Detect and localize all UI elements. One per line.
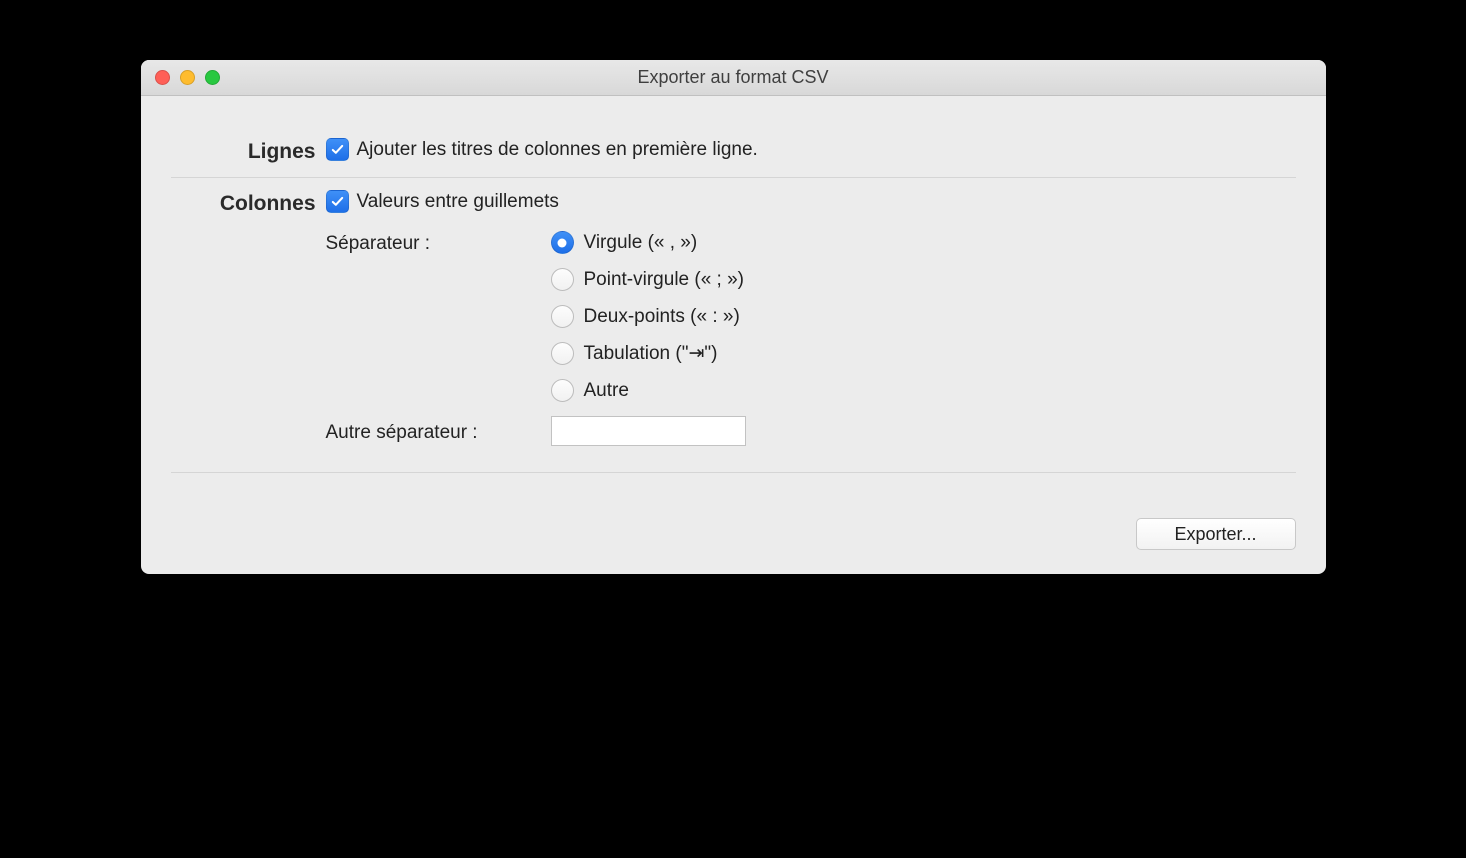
zoom-icon[interactable]: [205, 70, 220, 85]
add-column-titles-label: Ajouter les titres de colonnes en premiè…: [357, 139, 758, 161]
separator-option-colon: Deux-points (« : »): [584, 306, 740, 328]
separator-option-comma: Virgule (« , »): [584, 232, 698, 254]
export-csv-dialog: Exporter au format CSV Lignes Ajouter le…: [141, 60, 1326, 574]
separator-radio-comma[interactable]: [551, 231, 574, 254]
lines-section-label: Lignes: [171, 138, 326, 164]
quote-values-label: Valeurs entre guillemets: [357, 191, 559, 213]
window-title: Exporter au format CSV: [141, 67, 1326, 88]
quote-values-checkbox[interactable]: [326, 190, 349, 213]
separator-radio-semicolon[interactable]: [551, 268, 574, 291]
check-icon: [330, 194, 345, 209]
separator-option-semicolon: Point-virgule (« ; »): [584, 269, 745, 291]
other-separator-input[interactable]: [551, 416, 746, 446]
separator-radio-other[interactable]: [551, 379, 574, 402]
export-button[interactable]: Exporter...: [1136, 518, 1296, 550]
separator-option-other: Autre: [584, 380, 629, 402]
separator-label: Séparateur :: [326, 231, 551, 416]
minimize-icon[interactable]: [180, 70, 195, 85]
separator-radio-colon[interactable]: [551, 305, 574, 328]
columns-section: Colonnes Valeurs entre guillemets Sépara…: [171, 177, 1296, 473]
add-column-titles-checkbox[interactable]: [326, 138, 349, 161]
other-separator-label: Autre séparateur :: [326, 416, 551, 446]
titlebar: Exporter au format CSV: [141, 60, 1326, 96]
columns-section-label: Colonnes: [171, 190, 326, 216]
separator-radio-tab[interactable]: [551, 342, 574, 365]
close-icon[interactable]: [155, 70, 170, 85]
dialog-content: Lignes Ajouter les titres de colonnes en…: [141, 96, 1326, 574]
separator-radio-group: Virgule (« , ») Point-virgule (« ; ») De…: [551, 231, 1296, 416]
separator-option-tab: Tabulation ("⇥"): [584, 342, 718, 365]
dialog-footer: Exporter...: [171, 473, 1296, 550]
window-controls: [155, 70, 220, 85]
lines-section: Lignes Ajouter les titres de colonnes en…: [171, 126, 1296, 177]
check-icon: [330, 142, 345, 157]
